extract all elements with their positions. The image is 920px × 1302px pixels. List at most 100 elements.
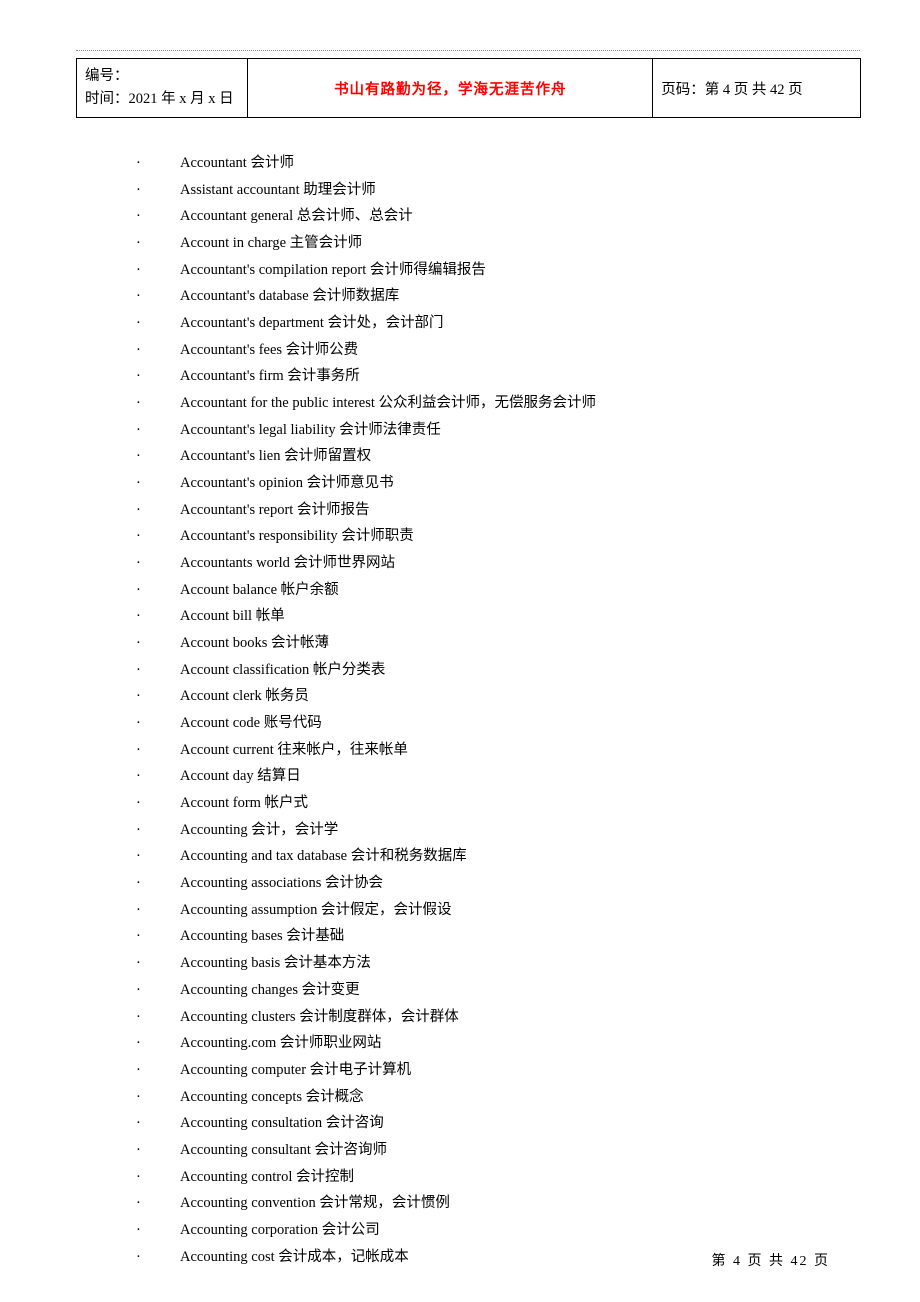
term-text: Accounting clusters 会计制度群体，会计群体 [180, 1004, 861, 1031]
bullet-icon: · [76, 977, 180, 1004]
term-row: ·Account clerk 帐务员 [76, 683, 861, 710]
bullet-icon: · [76, 817, 180, 844]
term-text: Accountant's responsibility 会计师职责 [180, 523, 861, 550]
term-text: Accounting consultation 会计咨询 [180, 1110, 861, 1137]
term-text: Accounting corporation 会计公司 [180, 1217, 861, 1244]
term-row: ·Accounting assumption 会计假定，会计假设 [76, 897, 861, 924]
page-footer: 第 4 页 共 42 页 [712, 1250, 831, 1270]
term-text: Account books 会计帐薄 [180, 630, 861, 657]
bullet-icon: · [76, 870, 180, 897]
term-row: ·Accountant's responsibility 会计师职责 [76, 523, 861, 550]
term-row: ·Accounting and tax database 会计和税务数据库 [76, 843, 861, 870]
bullet-icon: · [76, 577, 180, 604]
term-text: Accountant's fees 会计师公费 [180, 337, 861, 364]
term-text: Accounting bases 会计基础 [180, 923, 861, 950]
bullet-icon: · [76, 1217, 180, 1244]
bullet-icon: · [76, 1110, 180, 1137]
bullet-icon: · [76, 203, 180, 230]
term-text: Accountants world 会计师世界网站 [180, 550, 861, 577]
term-row: ·Accountant's department 会计处，会计部门 [76, 310, 861, 337]
term-row: ·Account code 账号代码 [76, 710, 861, 737]
term-row: ·Accountant's legal liability 会计师法律责任 [76, 417, 861, 444]
bullet-icon: · [76, 150, 180, 177]
term-text: Accounting convention 会计常规，会计惯例 [180, 1190, 861, 1217]
term-text: Assistant accountant 助理会计师 [180, 177, 861, 204]
term-text: Account bill 帐单 [180, 603, 861, 630]
bullet-icon: · [76, 550, 180, 577]
term-row: ·Accounting consultation 会计咨询 [76, 1110, 861, 1137]
term-row: ·Accounting 会计，会计学 [76, 817, 861, 844]
term-text: Accounting assumption 会计假定，会计假设 [180, 897, 861, 924]
bullet-icon: · [76, 390, 180, 417]
term-text: Account in charge 主管会计师 [180, 230, 861, 257]
header-left-cell: 编号： 时间：2021 年 x 月 x 日 [77, 59, 248, 118]
header-top-rule [76, 50, 860, 51]
term-text: Accountant's department 会计处，会计部门 [180, 310, 861, 337]
term-row: ·Accounting computer 会计电子计算机 [76, 1057, 861, 1084]
term-row: ·Accounting clusters 会计制度群体，会计群体 [76, 1004, 861, 1031]
term-text: Accounting.com 会计师职业网站 [180, 1030, 861, 1057]
term-text: Account clerk 帐务员 [180, 683, 861, 710]
term-text: Account current 往来帐户，往来帐单 [180, 737, 861, 764]
bullet-icon: · [76, 1057, 180, 1084]
term-row: ·Accounting changes 会计变更 [76, 977, 861, 1004]
bullet-icon: · [76, 1244, 180, 1271]
bullet-icon: · [76, 710, 180, 737]
header-center-cell: 书山有路勤为径，学海无涯苦作舟 [248, 59, 653, 118]
term-row: ·Accountant's compilation report 会计师得编辑报… [76, 257, 861, 284]
term-row: ·Account day 结算日 [76, 763, 861, 790]
bullet-icon: · [76, 257, 180, 284]
term-text: Accounting associations 会计协会 [180, 870, 861, 897]
bullet-icon: · [76, 683, 180, 710]
term-text: Accountant's lien 会计师留置权 [180, 443, 861, 470]
bullet-icon: · [76, 1137, 180, 1164]
terms-list: ·Accountant 会计师·Assistant accountant 助理会… [76, 150, 861, 1270]
term-text: Accountant's report 会计师报告 [180, 497, 861, 524]
term-row: ·Accountant's report 会计师报告 [76, 497, 861, 524]
term-row: ·Account current 往来帐户，往来帐单 [76, 737, 861, 764]
term-row: ·Accounting control 会计控制 [76, 1164, 861, 1191]
term-text: Accountant for the public interest 公众利益会… [180, 390, 861, 417]
term-text: Accounting consultant 会计咨询师 [180, 1137, 861, 1164]
term-text: Accountant's firm 会计事务所 [180, 363, 861, 390]
term-row: ·Account books 会计帐薄 [76, 630, 861, 657]
term-text: Accounting basis 会计基本方法 [180, 950, 861, 977]
term-text: Accounting control 会计控制 [180, 1164, 861, 1191]
doc-id-label: 编号： [85, 65, 239, 88]
term-row: ·Accounting consultant 会计咨询师 [76, 1137, 861, 1164]
bullet-icon: · [76, 177, 180, 204]
term-row: ·Account form 帐户式 [76, 790, 861, 817]
term-text: Accounting changes 会计变更 [180, 977, 861, 1004]
term-row: ·Accounting.com 会计师职业网站 [76, 1030, 861, 1057]
term-text: Account code 账号代码 [180, 710, 861, 737]
bullet-icon: · [76, 763, 180, 790]
bullet-icon: · [76, 603, 180, 630]
term-row: ·Accountants world 会计师世界网站 [76, 550, 861, 577]
term-row: ·Accountant's opinion 会计师意见书 [76, 470, 861, 497]
bullet-icon: · [76, 497, 180, 524]
bullet-icon: · [76, 657, 180, 684]
term-text: Accounting concepts 会计概念 [180, 1084, 861, 1111]
term-row: ·Accountant's fees 会计师公费 [76, 337, 861, 364]
term-row: ·Accounting corporation 会计公司 [76, 1217, 861, 1244]
term-text: Account form 帐户式 [180, 790, 861, 817]
term-row: ·Accounting associations 会计协会 [76, 870, 861, 897]
bullet-icon: · [76, 443, 180, 470]
bullet-icon: · [76, 1190, 180, 1217]
term-text: Accountant general 总会计师、总会计 [180, 203, 861, 230]
bullet-icon: · [76, 950, 180, 977]
bullet-icon: · [76, 630, 180, 657]
bullet-icon: · [76, 363, 180, 390]
term-row: ·Account bill 帐单 [76, 603, 861, 630]
term-row: ·Accounting concepts 会计概念 [76, 1084, 861, 1111]
term-row: ·Accounting bases 会计基础 [76, 923, 861, 950]
bullet-icon: · [76, 523, 180, 550]
bullet-icon: · [76, 1030, 180, 1057]
bullet-icon: · [76, 337, 180, 364]
term-row: ·Assistant accountant 助理会计师 [76, 177, 861, 204]
page-header-table: 编号： 时间：2021 年 x 月 x 日 书山有路勤为径，学海无涯苦作舟 页码… [76, 58, 861, 118]
header-page-cell: 页码：第 4 页 共 42 页 [653, 59, 861, 118]
term-row: ·Account balance 帐户余额 [76, 577, 861, 604]
bullet-icon: · [76, 1004, 180, 1031]
term-text: Accountant's legal liability 会计师法律责任 [180, 417, 861, 444]
